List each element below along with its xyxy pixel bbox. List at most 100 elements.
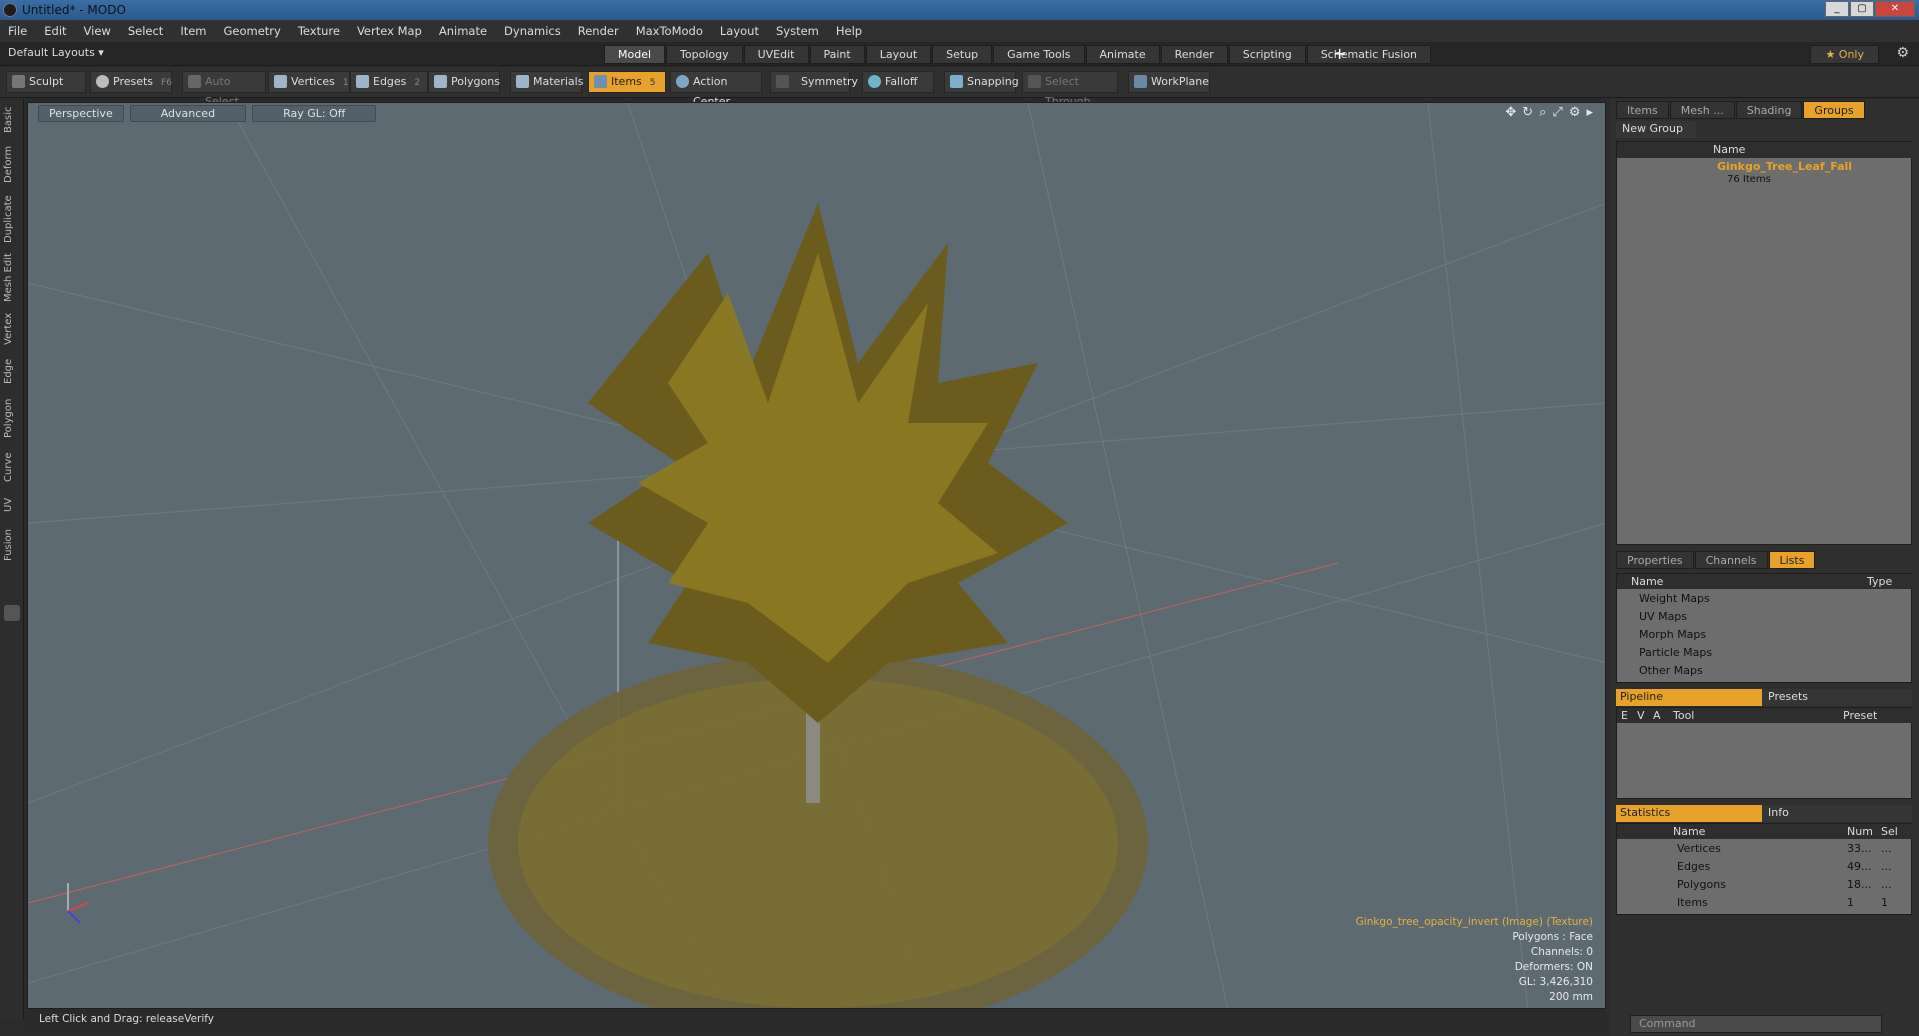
- pipeline-tab[interactable]: Pipeline: [1616, 689, 1762, 706]
- menu-geometry[interactable]: Geometry: [224, 24, 281, 38]
- vtab-basic[interactable]: Basic: [3, 103, 21, 137]
- materials-label: Materials: [533, 75, 584, 88]
- tab-render[interactable]: Render: [1160, 45, 1228, 64]
- tab-model[interactable]: Model: [604, 45, 666, 64]
- stats-row-vertices[interactable]: Vertices: [1677, 842, 1721, 855]
- vtab-edge[interactable]: Edge: [3, 355, 21, 387]
- add-tab-icon[interactable]: +: [1333, 44, 1346, 63]
- symmetry-button[interactable]: Symmetry: [770, 71, 858, 93]
- list-item-morph-maps[interactable]: Morph Maps: [1639, 628, 1706, 641]
- list-item-other-maps[interactable]: Other Maps: [1639, 664, 1703, 677]
- vtab-curve[interactable]: Curve: [3, 449, 21, 485]
- materials-button[interactable]: Materials: [510, 71, 584, 93]
- menu-file[interactable]: File: [8, 24, 27, 38]
- zoom-view-icon[interactable]: ⌕: [1539, 105, 1546, 120]
- polygons-button[interactable]: Polygons: [428, 71, 500, 93]
- workplane-button[interactable]: WorkPlane: [1128, 71, 1210, 93]
- advanced-button[interactable]: Advanced: [129, 105, 247, 122]
- fit-view-icon[interactable]: ⤢: [1552, 105, 1562, 120]
- tab-schematic-fusion[interactable]: Schematic Fusion: [1306, 45, 1432, 64]
- pipeline-header: E V A Tool Preset: [1617, 708, 1913, 723]
- action-center-button[interactable]: Action Center: [670, 71, 762, 108]
- stats-row-polygons[interactable]: Polygons: [1677, 878, 1726, 891]
- tab-animate[interactable]: Animate: [1085, 45, 1160, 64]
- menu-select[interactable]: Select: [128, 24, 163, 38]
- items-icon: [594, 75, 607, 88]
- strip-toggle-button[interactable]: [4, 605, 20, 621]
- vtab-mesh-edit[interactable]: Mesh Edit: [3, 253, 21, 303]
- menu-system[interactable]: System: [776, 24, 819, 38]
- layout-selector[interactable]: Default Layouts ▾: [8, 46, 104, 59]
- tab-setup[interactable]: Setup: [932, 45, 993, 64]
- rotate-view-icon[interactable]: ↻: [1522, 105, 1533, 120]
- presets-button[interactable]: Presets F6: [90, 71, 172, 93]
- move-view-icon[interactable]: ✥: [1505, 105, 1516, 120]
- menu-view[interactable]: View: [84, 24, 111, 38]
- menu-layout[interactable]: Layout: [720, 24, 759, 38]
- vtab-polygon[interactable]: Polygon: [3, 395, 21, 441]
- close-button[interactable]: ✕: [1875, 1, 1915, 17]
- viewport-expand-icon[interactable]: ▸: [1586, 105, 1593, 120]
- menu-vertex-map[interactable]: Vertex Map: [357, 24, 422, 38]
- menu-help[interactable]: Help: [836, 24, 862, 38]
- auto-select-button[interactable]: Auto Select: [182, 71, 266, 108]
- menu-animate[interactable]: Animate: [439, 24, 487, 38]
- command-input[interactable]: Command: [1630, 1015, 1882, 1033]
- 3d-viewport[interactable]: Perspective Advanced Ray GL: Off ✥ ↻ ⌕ ⤢…: [27, 102, 1606, 1009]
- info-tab[interactable]: Info: [1762, 805, 1912, 822]
- workplane-icon: [1134, 75, 1147, 88]
- tab-paint[interactable]: Paint: [809, 45, 865, 64]
- tab-lists[interactable]: Lists: [1768, 551, 1816, 569]
- list-item-particle-maps[interactable]: Particle Maps: [1639, 646, 1712, 659]
- tab-mesh[interactable]: Mesh ...: [1669, 101, 1735, 119]
- tab-items[interactable]: Items: [1616, 101, 1669, 119]
- vtab-deform[interactable]: Deform: [3, 143, 21, 185]
- stats-row-edges[interactable]: Edges: [1677, 860, 1710, 873]
- menu-maxtomodo[interactable]: MaxToModo: [636, 24, 703, 38]
- perspective-button[interactable]: Perspective: [38, 105, 124, 122]
- stats-row-items[interactable]: Items: [1677, 896, 1708, 909]
- info-texture: Ginkgo_tree_opacity_invert (Image) (Text…: [1355, 916, 1593, 928]
- tab-scripting[interactable]: Scripting: [1228, 45, 1306, 64]
- tab-layout[interactable]: Layout: [865, 45, 932, 64]
- presets-tab[interactable]: Presets: [1762, 689, 1912, 706]
- tab-groups[interactable]: Groups: [1803, 101, 1865, 119]
- group-name[interactable]: Ginkgo_Tree_Leaf_Fall: [1717, 160, 1852, 173]
- viewport-gear-icon[interactable]: ⚙: [1569, 105, 1581, 120]
- raygl-button[interactable]: Ray GL: Off: [252, 105, 377, 122]
- tab-game-tools[interactable]: Game Tools: [993, 45, 1085, 64]
- maximize-button[interactable]: ▢: [1850, 1, 1874, 17]
- list-item-uv-maps[interactable]: UV Maps: [1639, 610, 1687, 623]
- list-item-weight-maps[interactable]: Weight Maps: [1639, 592, 1710, 605]
- items-button[interactable]: Items 5: [588, 71, 666, 93]
- edges-button[interactable]: Edges 2: [350, 71, 428, 93]
- snapping-button[interactable]: Snapping: [944, 71, 1019, 93]
- tab-channels[interactable]: Channels: [1694, 551, 1768, 569]
- tab-topology[interactable]: Topology: [666, 45, 743, 64]
- tab-uvedit[interactable]: UVEdit: [743, 45, 809, 64]
- select-through-button[interactable]: Select Through: [1022, 71, 1118, 108]
- sculpt-button[interactable]: Sculpt: [6, 71, 86, 93]
- only-toggle[interactable]: ★ Only: [1810, 45, 1879, 64]
- polygons-icon: [434, 75, 447, 88]
- menu-render[interactable]: Render: [578, 24, 619, 38]
- statistics-tab[interactable]: Statistics: [1616, 805, 1762, 822]
- vertices-button[interactable]: Vertices 1: [268, 71, 350, 93]
- vtab-uv[interactable]: UV: [3, 493, 21, 517]
- new-group-button[interactable]: New Group: [1616, 121, 1696, 138]
- vtab-duplicate[interactable]: Duplicate: [3, 193, 21, 245]
- stats-polygons-sel: ...: [1881, 878, 1892, 891]
- vtab-fusion[interactable]: Fusion: [3, 525, 21, 565]
- menu-dynamics[interactable]: Dynamics: [504, 24, 561, 38]
- vtab-vertex[interactable]: Vertex: [3, 311, 21, 347]
- items-label: Items: [611, 75, 642, 88]
- menu-item[interactable]: Item: [180, 24, 206, 38]
- tab-shading[interactable]: Shading: [1735, 101, 1803, 119]
- menu-edit[interactable]: Edit: [44, 24, 66, 38]
- tab-properties[interactable]: Properties: [1616, 551, 1694, 569]
- minimize-button[interactable]: _: [1825, 1, 1849, 17]
- axis-gizmo: [67, 883, 89, 924]
- falloff-button[interactable]: Falloff: [862, 71, 934, 93]
- gear-icon[interactable]: ⚙: [1896, 45, 1909, 61]
- menu-texture[interactable]: Texture: [298, 24, 340, 38]
